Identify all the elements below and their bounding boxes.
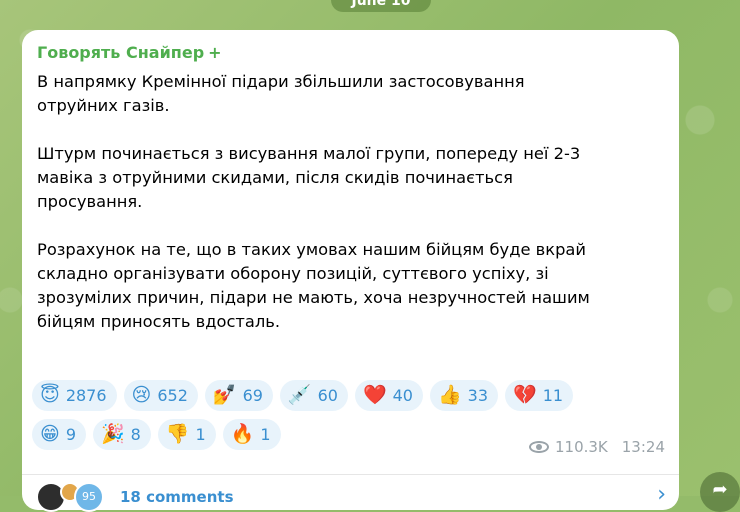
reaction-count: 11 (542, 386, 564, 405)
reaction-button[interactable]: 😁 9 (32, 419, 86, 450)
reaction-count: 9 (65, 425, 76, 444)
eye-icon (528, 441, 549, 453)
reaction-button[interactable]: 👎 1 (157, 419, 216, 450)
reaction-button[interactable]: ❤️ 40 (354, 380, 423, 411)
reaction-count: 652 (157, 386, 188, 405)
comments-label: 18 comments (120, 488, 234, 506)
reaction-emoji-icon: 😢 (131, 384, 152, 406)
reaction-button[interactable]: 💉 60 (279, 380, 348, 411)
reaction-emoji-icon: ❤️ (362, 384, 387, 406)
reaction-count: 1 (195, 425, 206, 444)
sender-name-text: Говорять Снайпер (37, 43, 205, 62)
text-line: Штурм починається з висування малої груп… (37, 144, 581, 163)
reaction-button[interactable]: 😇 2876 (32, 380, 117, 411)
text-line: зрозумілих причин, підари не мають, хоча… (37, 288, 590, 307)
reaction-emoji-icon: 💅 (212, 384, 237, 406)
reaction-count: 60 (317, 386, 338, 405)
reaction-emoji-icon: 😇 (40, 384, 60, 406)
chevron-right-icon: › (657, 482, 666, 507)
reaction-count: 40 (392, 386, 413, 405)
reaction-button[interactable]: 🔥 1 (222, 419, 281, 450)
reaction-count: 2876 (65, 386, 107, 405)
text-line: В напрямку Кремінної підари збільшили за… (37, 72, 525, 91)
reaction-emoji-icon: 🔥 (230, 423, 255, 445)
avatar: 95 (74, 482, 104, 512)
reaction-emoji-icon: 😁 (40, 423, 60, 445)
reaction-emoji-icon: 👍 (437, 384, 462, 406)
reaction-emoji-icon: 🎉 (101, 423, 125, 445)
text-line: складно організувати оборону позицій, су… (37, 264, 549, 283)
views-count: 110.3K (554, 438, 608, 456)
message-time: 13:24 (621, 438, 665, 456)
divider (22, 474, 679, 475)
reaction-count: 1 (260, 425, 271, 444)
comments-button[interactable]: 95 18 comments › (36, 482, 666, 512)
message-bubble[interactable]: Говорять Снайпер + В напрямку Кремінної п… (22, 30, 679, 512)
message-text: В напрямку Кремінної підари збільшили за… (37, 70, 667, 334)
reaction-count: 8 (130, 425, 141, 444)
reaction-button[interactable]: 💔 11 (505, 380, 574, 411)
share-button[interactable]: ➦ (700, 472, 740, 512)
reaction-button[interactable]: 🎉 8 (93, 419, 151, 450)
text-line: просування. (37, 192, 143, 211)
reactions-row: 😇 2876 😢 652 💅 69 💉 60 ❤️ 40 👍 33 💔 11 (32, 380, 672, 411)
message-meta: 110.3K 13:24 (528, 438, 665, 456)
text-line: бійцям приносять вдосталь. (37, 312, 281, 331)
reaction-emoji-icon: 💉 (287, 384, 312, 406)
reaction-count: 33 (467, 386, 489, 405)
reaction-button[interactable]: 💅 69 (204, 380, 273, 411)
date-label: June 10 (331, 0, 431, 12)
text-line: Розрахунок на те, що в таких умовах наши… (37, 240, 586, 259)
reaction-button[interactable]: 👍 33 (429, 380, 499, 411)
sender-name[interactable]: Говорять Снайпер + (37, 43, 222, 62)
plus-icon: + (208, 43, 222, 62)
reaction-emoji-icon: 💔 (513, 384, 537, 406)
reaction-emoji-icon: 👎 (165, 423, 190, 445)
share-icon: ➦ (712, 479, 728, 500)
text-line: мавіка з отруйними скидами, після скидів… (37, 168, 513, 187)
reaction-count: 69 (242, 386, 263, 405)
text-line: отруйних газів. (37, 96, 170, 115)
reaction-button[interactable]: 😢 652 (123, 380, 198, 411)
